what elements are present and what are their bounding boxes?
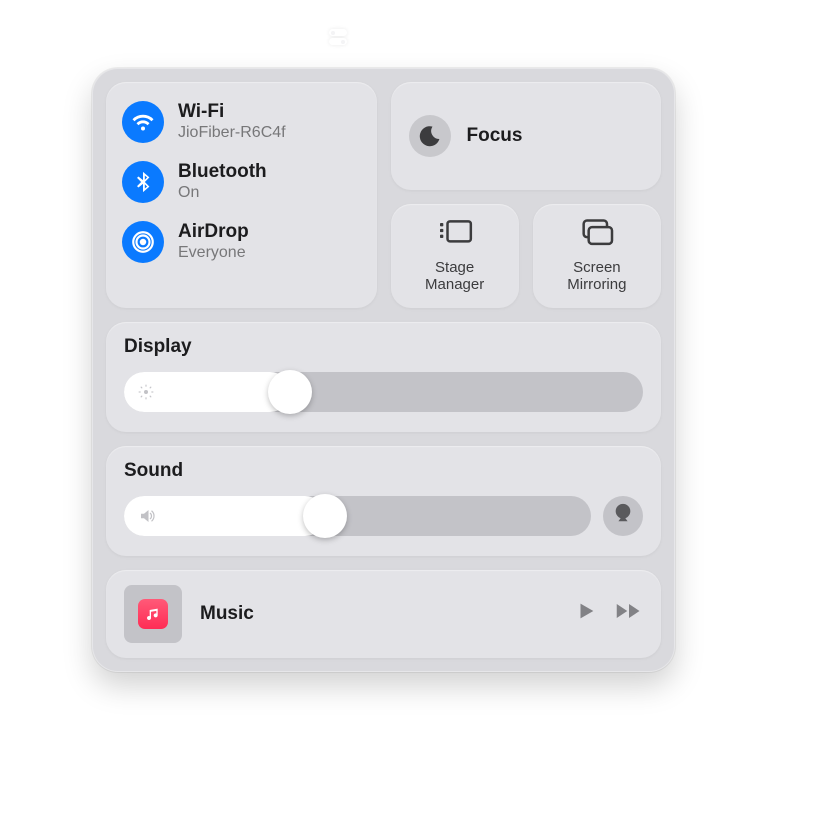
bluetooth-subtitle: On xyxy=(178,184,267,202)
airdrop-title: AirDrop xyxy=(178,221,249,243)
now-playing-tile[interactable]: Music xyxy=(106,570,661,658)
speaker-icon xyxy=(138,507,156,525)
sound-slider-thumb[interactable] xyxy=(303,494,347,538)
wifi-title: Wi-Fi xyxy=(178,101,286,123)
media-app-name: Music xyxy=(200,603,557,625)
display-slider-thumb[interactable] xyxy=(268,370,312,414)
airdrop-text: AirDrop Everyone xyxy=(178,221,249,262)
wifi-toggle[interactable]: Wi-Fi JioFiber-R6C4f xyxy=(122,92,361,152)
stage-manager-label: Stage Manager xyxy=(425,259,484,294)
moon-icon xyxy=(409,115,451,157)
music-app-icon xyxy=(138,599,168,629)
airplay-icon xyxy=(612,502,634,529)
album-art xyxy=(124,585,182,643)
next-track-button[interactable] xyxy=(615,600,643,627)
airplay-audio-button[interactable] xyxy=(603,496,643,536)
sound-title: Sound xyxy=(124,460,643,482)
sound-volume-slider[interactable] xyxy=(124,496,591,536)
sound-tile: Sound xyxy=(106,446,661,556)
display-tile: Display xyxy=(106,322,661,432)
media-controls xyxy=(575,600,643,627)
wifi-icon xyxy=(122,101,164,143)
display-title: Display xyxy=(124,336,643,358)
screen-mirroring-button[interactable]: Screen Mirroring xyxy=(533,204,661,308)
focus-toggle[interactable]: Focus xyxy=(391,82,662,190)
control-center-menubar-icon[interactable] xyxy=(324,26,352,48)
display-brightness-slider[interactable] xyxy=(124,372,643,412)
control-center-panel: Wi-Fi JioFiber-R6C4f Bluetooth On Ai xyxy=(92,68,675,672)
bluetooth-icon xyxy=(122,161,164,203)
screen-mirroring-icon xyxy=(577,218,617,253)
airdrop-icon xyxy=(122,221,164,263)
stage-manager-button[interactable]: Stage Manager xyxy=(391,204,519,308)
bluetooth-toggle[interactable]: Bluetooth On xyxy=(122,152,361,212)
connectivity-tile: Wi-Fi JioFiber-R6C4f Bluetooth On Ai xyxy=(106,82,377,308)
airdrop-toggle[interactable]: AirDrop Everyone xyxy=(122,212,361,272)
wifi-subtitle: JioFiber-R6C4f xyxy=(178,124,286,142)
bluetooth-text: Bluetooth On xyxy=(178,161,267,202)
airdrop-subtitle: Everyone xyxy=(178,244,249,262)
stage-manager-icon xyxy=(435,218,475,253)
wifi-text: Wi-Fi JioFiber-R6C4f xyxy=(178,101,286,142)
brightness-icon xyxy=(138,384,154,400)
bluetooth-title: Bluetooth xyxy=(178,161,267,183)
screen-mirroring-label: Screen Mirroring xyxy=(567,259,626,294)
play-button[interactable] xyxy=(575,600,597,627)
focus-label: Focus xyxy=(467,125,523,147)
